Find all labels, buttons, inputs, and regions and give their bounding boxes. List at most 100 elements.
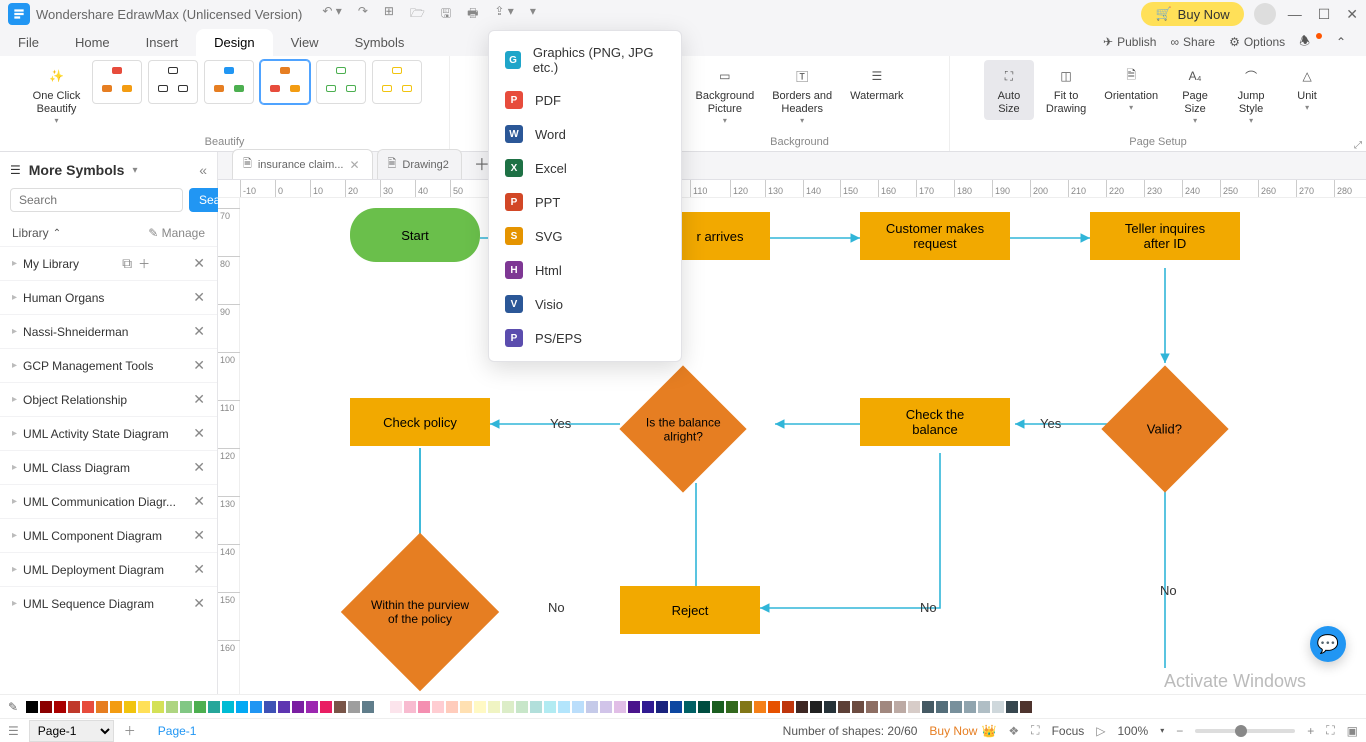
fullscreen-icon[interactable]: ▣ — [1347, 724, 1358, 738]
color-dropper-icon[interactable]: ✎ — [8, 700, 18, 714]
color-swatch[interactable] — [460, 701, 472, 713]
menu-design[interactable]: Design — [196, 29, 272, 56]
color-swatch[interactable] — [404, 701, 416, 713]
color-swatch[interactable] — [852, 701, 864, 713]
color-swatch[interactable] — [348, 701, 360, 713]
page-size-button[interactable]: A₄ Page Size ▾ — [1170, 60, 1220, 129]
color-swatch[interactable] — [726, 701, 738, 713]
color-swatch[interactable] — [698, 701, 710, 713]
close-tab-icon[interactable]: ✕ — [349, 158, 359, 172]
library-item[interactable]: ▸UML Class Diagram✕ — [0, 450, 217, 484]
page-tab-1[interactable]: Page-1 — [146, 722, 209, 740]
color-swatch[interactable] — [866, 701, 878, 713]
print-icon[interactable]: 🖶 — [467, 4, 478, 25]
export-item[interactable]: WWord — [489, 117, 681, 151]
color-swatch[interactable] — [614, 701, 626, 713]
color-swatch[interactable] — [334, 701, 346, 713]
color-swatch[interactable] — [936, 701, 948, 713]
buy-now-status[interactable]: Buy Now 👑 — [929, 724, 996, 738]
search-input[interactable] — [10, 188, 183, 212]
redo-icon[interactable]: ↷ — [358, 4, 368, 25]
color-swatch[interactable] — [712, 701, 724, 713]
buy-now-button[interactable]: 🛒 Buy Now — [1141, 2, 1243, 26]
color-swatch[interactable] — [250, 701, 262, 713]
page-list-icon[interactable]: ☰ — [8, 724, 19, 738]
notifications-button[interactable]: 🕭 — [1299, 32, 1322, 53]
options-button[interactable]: ⚙Options — [1229, 35, 1285, 49]
color-swatch[interactable] — [922, 701, 934, 713]
color-swatch[interactable] — [40, 701, 52, 713]
color-swatch[interactable] — [26, 701, 38, 713]
maximize-button[interactable]: ☐ — [1318, 6, 1331, 23]
presentation-icon[interactable]: ▷ — [1096, 724, 1105, 738]
color-swatch[interactable] — [474, 701, 486, 713]
library-item[interactable]: ▸UML Deployment Diagram✕ — [0, 552, 217, 586]
theme-thumb-5[interactable] — [316, 60, 366, 104]
zoom-in-button[interactable]: + — [1307, 724, 1314, 738]
color-swatch[interactable] — [782, 701, 794, 713]
color-swatch[interactable] — [978, 701, 990, 713]
theme-thumb-1[interactable] — [92, 60, 142, 104]
color-swatch[interactable] — [600, 701, 612, 713]
color-swatch[interactable] — [96, 701, 108, 713]
color-swatch[interactable] — [236, 701, 248, 713]
color-swatch[interactable] — [642, 701, 654, 713]
color-swatch[interactable] — [530, 701, 542, 713]
export-icon[interactable]: ⇪ ▾ — [494, 4, 513, 25]
color-swatch[interactable] — [656, 701, 668, 713]
shape-check-policy[interactable]: Check policy — [350, 398, 490, 446]
library-item[interactable]: ▸Nassi-Shneiderman✕ — [0, 314, 217, 348]
theme-thumb-3[interactable] — [204, 60, 254, 104]
color-swatch[interactable] — [376, 701, 388, 713]
color-swatch[interactable] — [54, 701, 66, 713]
library-item[interactable]: ▸UML Component Diagram✕ — [0, 518, 217, 552]
export-item[interactable]: VVisio — [489, 287, 681, 321]
color-swatch[interactable] — [432, 701, 444, 713]
color-swatch[interactable] — [894, 701, 906, 713]
color-swatch[interactable] — [1020, 701, 1032, 713]
user-avatar[interactable] — [1254, 3, 1276, 25]
collapse-panel-button[interactable]: « — [199, 162, 207, 178]
color-swatch[interactable] — [390, 701, 402, 713]
chat-help-button[interactable]: 💬 — [1310, 626, 1346, 662]
color-swatch[interactable] — [908, 701, 920, 713]
zoom-slider[interactable] — [1195, 729, 1295, 733]
color-swatch[interactable] — [306, 701, 318, 713]
publish-button[interactable]: ✈Publish — [1103, 35, 1156, 49]
theme-thumb-2[interactable] — [148, 60, 198, 104]
layers-icon[interactable]: ❖ — [1008, 724, 1019, 738]
color-swatch[interactable] — [124, 701, 136, 713]
color-swatch[interactable] — [418, 701, 430, 713]
export-item[interactable]: SSVG — [489, 219, 681, 253]
export-item[interactable]: PPPT — [489, 185, 681, 219]
shape-makes-request[interactable]: Customer makes request — [860, 212, 1010, 260]
shape-valid[interactable]: Valid? — [1101, 365, 1228, 492]
color-swatch[interactable] — [292, 701, 304, 713]
watermark-button[interactable]: ☰ Watermark — [844, 60, 909, 107]
export-item[interactable]: PPS/EPS — [489, 321, 681, 355]
jump-style-button[interactable]: ⌒ Jump Style ▾ — [1226, 60, 1276, 129]
group-expand-button[interactable]: ⤢ — [1354, 140, 1362, 151]
doc-tab-1[interactable]: 🗎insurance claim...✕ — [232, 149, 373, 179]
manage-button[interactable]: ✎ Manage — [148, 226, 205, 240]
color-swatch[interactable] — [1006, 701, 1018, 713]
export-item[interactable]: PPDF — [489, 83, 681, 117]
library-item[interactable]: ▸UML Sequence Diagram✕ — [0, 586, 217, 620]
shape-balance-alright[interactable]: Is the balance alright? — [619, 365, 746, 492]
theme-thumb-6[interactable] — [372, 60, 422, 104]
color-swatch[interactable] — [950, 701, 962, 713]
background-picture-button[interactable]: ▭ Background Picture ▾ — [689, 60, 760, 129]
doc-tab-2[interactable]: 🗎Drawing2 — [377, 149, 462, 179]
color-swatch[interactable] — [838, 701, 850, 713]
color-swatch[interactable] — [278, 701, 290, 713]
export-item[interactable]: GGraphics (PNG, JPG etc.) — [489, 37, 681, 83]
color-swatch[interactable] — [516, 701, 528, 713]
color-swatch[interactable] — [572, 701, 584, 713]
auto-size-button[interactable]: ⛶ Auto Size — [984, 60, 1034, 120]
color-swatch[interactable] — [796, 701, 808, 713]
color-swatch[interactable] — [222, 701, 234, 713]
color-swatch[interactable] — [362, 701, 374, 713]
minimize-button[interactable]: — — [1288, 6, 1302, 23]
shape-within-purview[interactable]: Within the purview of the policy — [341, 533, 499, 691]
color-swatch[interactable] — [208, 701, 220, 713]
